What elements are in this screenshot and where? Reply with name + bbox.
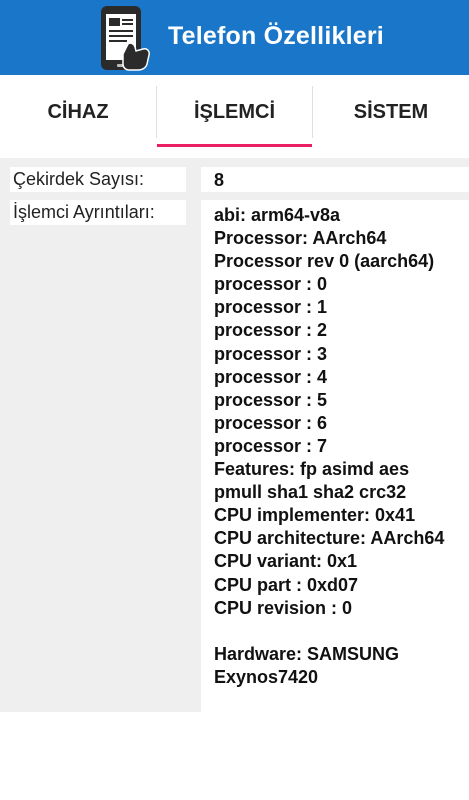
processor-details-label: İşlemci Ayrıntıları: — [10, 200, 186, 225]
core-count-value: 8 — [201, 167, 469, 192]
detail-line: processor : 7 — [214, 435, 328, 456]
detail-line: Processor: AArch64 — [214, 228, 387, 249]
tab-bar: CİHAZ İŞLEMCİ SİSTEM — [0, 75, 469, 149]
processor-info-panel: Çekirdek Sayısı: 8 İşlemci Ayrıntıları: … — [0, 158, 469, 712]
detail-line: processor : 3 — [214, 343, 328, 364]
detail-line: processor : 6 — [214, 412, 328, 433]
detail-line: Hardware: SAMSUNG — [214, 643, 400, 664]
phone-specs-icon — [101, 6, 150, 71]
detail-line: processor : 5 — [214, 389, 328, 410]
detail-line: abi: arm64-v8a — [214, 205, 341, 225]
detail-line: CPU implementer: 0x41 — [214, 505, 416, 526]
detail-line — [214, 620, 469, 643]
detail-line: processor : 1 — [214, 297, 328, 318]
tab-system[interactable]: SİSTEM — [313, 75, 469, 149]
core-count-label: Çekirdek Sayısı: — [10, 167, 186, 192]
tab-device[interactable]: CİHAZ — [0, 75, 156, 149]
selected-tab-indicator — [157, 144, 312, 147]
detail-line: Exynos7420 — [214, 666, 319, 687]
detail-line: CPU revision : 0 — [214, 597, 353, 618]
app-title: Telefon Özellikleri — [168, 22, 384, 50]
detail-line: CPU variant: 0x1 — [214, 551, 358, 572]
detail-line: CPU architecture: AArch64 — [214, 528, 445, 549]
detail-line: processor : 0 — [214, 274, 328, 295]
detail-line: Processor rev 0 (aarch64) — [214, 251, 435, 272]
detail-line: CPU part : 0xd07 — [214, 574, 359, 595]
detail-line: pmull sha1 sha2 crc32 — [214, 482, 407, 503]
detail-line: processor : 2 — [214, 320, 328, 341]
processor-details-value: abi: arm64-v8a Processor: AArch64 Proces… — [201, 200, 469, 712]
detail-line: processor : 4 — [214, 366, 328, 387]
detail-line: Features: fp asimd aes — [214, 459, 410, 480]
app-bar: Telefon Özellikleri — [0, 0, 469, 75]
tab-processor[interactable]: İŞLEMCİ — [157, 75, 312, 149]
